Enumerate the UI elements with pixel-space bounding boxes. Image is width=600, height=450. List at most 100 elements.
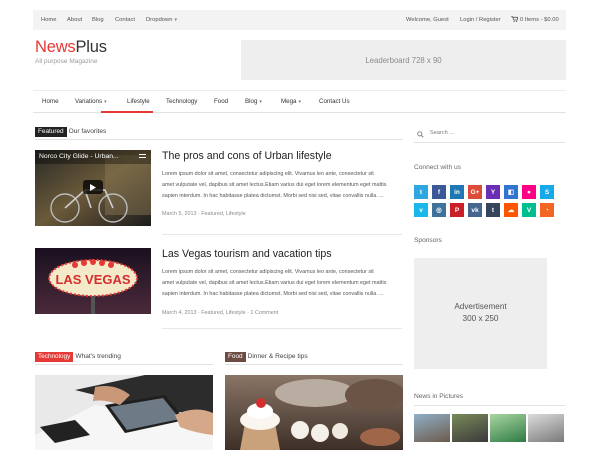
article-divider xyxy=(162,234,402,235)
las-vegas-sign-image: LAS VEGAS xyxy=(35,248,151,314)
search-input[interactable]: Search ... xyxy=(430,130,454,136)
featured-divider xyxy=(35,139,403,140)
nav-item-technology[interactable]: Technology xyxy=(166,91,197,112)
chevron-down-icon: ▾ xyxy=(298,99,301,105)
pictures-title: News in Pictures xyxy=(414,393,464,400)
leaderboard-ad[interactable]: Leaderboard 728 x 90 xyxy=(241,40,566,80)
food-subtitle: Dinner & Recipe tips xyxy=(247,353,308,360)
news-picture[interactable] xyxy=(414,414,450,442)
top-dropdown-label: Dropdown xyxy=(146,17,173,23)
logo-rest: Plus xyxy=(75,38,107,56)
soundcloud-icon[interactable]: ☁ xyxy=(504,203,518,217)
technology-section-title: Technology What's trending xyxy=(35,352,121,362)
nav-item-contact-us[interactable]: Contact Us xyxy=(319,91,350,112)
site-tagline: All purpose Magazine xyxy=(35,58,98,65)
tablet-hands-image xyxy=(35,375,213,450)
yahoo-icon[interactable]: Y xyxy=(486,185,500,199)
video-thumbnail[interactable]: Norco City Glide - Urban... xyxy=(35,150,151,226)
welcome-text: Welcome, Guest xyxy=(406,17,449,23)
logo-accent: News xyxy=(35,38,76,56)
food-section-title: Food Dinner & Recipe tips xyxy=(225,352,308,362)
nav-item-blog[interactable]: Blog ▾ xyxy=(245,91,262,113)
video-title: Norco City Glide - Urban... xyxy=(39,153,119,160)
article-title[interactable]: Las Vegas tourism and vacation tips xyxy=(162,248,332,260)
nav-active-indicator xyxy=(101,111,153,113)
top-link-blog[interactable]: Blog xyxy=(92,10,104,30)
chevron-down-icon: ▾ xyxy=(104,99,107,105)
excerpt-line: sapien interdum. In hac habitasse platea… xyxy=(162,290,384,297)
nav-item-home[interactable]: Home xyxy=(42,91,59,112)
news-picture[interactable] xyxy=(490,414,526,442)
nav-item-variations[interactable]: Variations ▾ xyxy=(75,91,107,113)
top-link-contact[interactable]: Contact xyxy=(115,10,135,30)
connect-title: Connect with us xyxy=(414,164,461,171)
top-dropdown[interactable]: Dropdown ▾ xyxy=(146,10,177,30)
featured-section-title: Featured Our favorites xyxy=(35,127,106,137)
nav-item-food[interactable]: Food xyxy=(214,91,228,112)
cart-link[interactable]: 0 Items - $0.00 xyxy=(511,10,559,30)
excerpt-line: amet vulputate vel, dapibus sit amet lec… xyxy=(162,181,387,188)
food-divider xyxy=(225,364,403,365)
technology-image[interactable] xyxy=(35,375,213,450)
google-plus-icon[interactable]: G+ xyxy=(468,185,482,199)
excerpt-line: Lorem ipsum dolor sit amet, consectetur … xyxy=(162,171,374,177)
delicious-icon[interactable]: ◧ xyxy=(504,185,518,199)
chevron-down-icon: ▾ xyxy=(174,17,177,23)
excerpt-line: Lorem ipsum dolor sit amet, consectetur … xyxy=(162,269,374,275)
ad-label: Advertisement xyxy=(454,302,507,311)
main-nav: Home Variations ▾ Lifestyle Technology Fo… xyxy=(33,90,566,113)
menu-icon xyxy=(139,154,146,158)
technology-badge[interactable]: Technology xyxy=(35,352,74,362)
top-link-about[interactable]: About xyxy=(67,10,82,30)
cupcakes-image xyxy=(225,375,403,450)
vine-icon[interactable]: V xyxy=(522,203,536,217)
sponsor-ad[interactable]: Advertisement 300 x 250 xyxy=(414,258,547,369)
nav-item-mega[interactable]: Mega ▾ xyxy=(281,91,301,113)
sponsors-title: Sponsors xyxy=(414,237,442,244)
search-icon xyxy=(417,131,424,138)
food-badge[interactable]: Food xyxy=(225,352,246,362)
article-thumbnail[interactable]: LAS VEGAS xyxy=(35,248,151,314)
top-link-home[interactable]: Home xyxy=(41,10,56,30)
cart-summary: 0 Items - $0.00 xyxy=(520,17,559,23)
pictures-divider xyxy=(414,405,565,406)
vk-icon[interactable]: vk xyxy=(468,203,482,217)
technology-subtitle: What's trending xyxy=(75,353,121,360)
skype-icon[interactable]: S xyxy=(540,185,554,199)
nav-item-blog-label: Blog xyxy=(245,98,258,105)
pinterest-icon[interactable]: P xyxy=(450,203,464,217)
excerpt-line: sapien interdum. In hac habitasse platea… xyxy=(162,192,384,199)
vimeo-icon[interactable]: v xyxy=(414,203,428,217)
nav-item-lifestyle[interactable]: Lifestyle xyxy=(127,91,150,112)
search-box[interactable]: Search ... xyxy=(414,127,565,143)
login-register-link[interactable]: Login / Register xyxy=(460,10,501,30)
facebook-icon[interactable]: f xyxy=(432,185,446,199)
featured-badge: Featured xyxy=(35,127,67,137)
rss-icon[interactable]: ◔ xyxy=(540,203,554,217)
featured-subtitle: Our favorites xyxy=(68,128,107,135)
article-excerpt: Lorem ipsum dolor sit amet, consectetur … xyxy=(162,169,412,202)
article-title[interactable]: The pros and cons of Urban lifestyle xyxy=(162,150,332,162)
article-meta: March 5, 2013 · Featured, Lifestyle xyxy=(162,211,246,217)
tumblr-icon[interactable]: t xyxy=(486,203,500,217)
twitter-icon[interactable]: t xyxy=(414,185,428,199)
top-bar: Home About Blog Contact Dropdown ▾ Welcom… xyxy=(33,10,566,30)
article-excerpt: Lorem ipsum dolor sit amet, consectetur … xyxy=(162,267,412,300)
nav-item-variations-label: Variations xyxy=(75,98,103,105)
ad-size: 300 x 250 xyxy=(462,314,499,323)
technology-divider xyxy=(35,364,213,365)
svg-text:LAS VEGAS: LAS VEGAS xyxy=(55,272,130,287)
linkedin-icon[interactable]: in xyxy=(450,185,464,199)
site-logo[interactable]: NewsPlus xyxy=(35,38,107,57)
nav-item-mega-label: Mega xyxy=(281,98,297,105)
article-divider xyxy=(162,328,402,329)
food-image[interactable] xyxy=(225,375,403,450)
article-meta: March 4, 2013 · Featured, Lifestyle · 1 … xyxy=(162,310,279,316)
flickr-icon[interactable]: ● xyxy=(522,185,536,199)
play-icon[interactable] xyxy=(83,180,103,194)
cart-icon xyxy=(511,16,519,22)
news-picture[interactable] xyxy=(528,414,564,442)
chevron-down-icon: ▾ xyxy=(259,99,262,105)
news-picture[interactable] xyxy=(452,414,488,442)
instagram-icon[interactable]: ◎ xyxy=(432,203,446,217)
